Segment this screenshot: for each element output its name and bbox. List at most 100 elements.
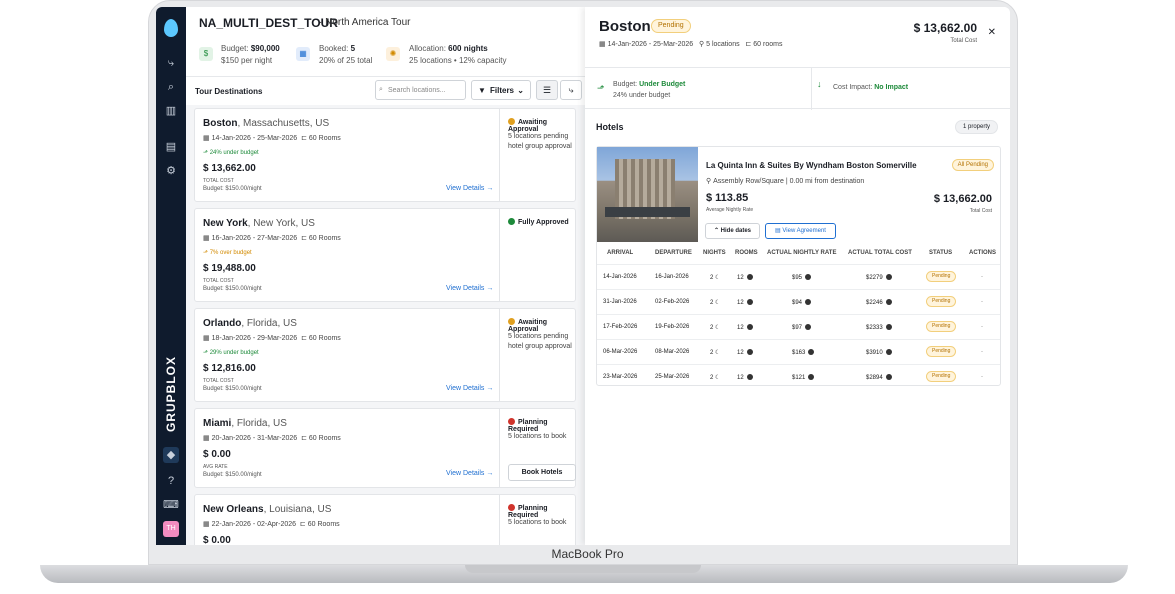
cost-cell: $2333 [866, 324, 892, 331]
avatar[interactable]: TH [163, 521, 179, 537]
filter-icon: ▼ [478, 86, 486, 95]
action-cell[interactable]: - [981, 324, 983, 330]
bed-icon: ⊏ [301, 435, 307, 442]
search-placeholder: Search locations... [388, 87, 446, 94]
hotel-name: La Quinta Inn & Suites By Wyndham Boston… [706, 161, 917, 170]
bed-icon: ⊏ [301, 335, 307, 342]
nights-cell: 2 ☾ [710, 275, 721, 281]
cost-label: TOTAL COST [203, 378, 234, 384]
gear-icon[interactable]: ⚙ [163, 163, 179, 179]
info-icon[interactable] [805, 299, 812, 305]
view-details-link[interactable]: View Details → [446, 470, 493, 477]
status-icon [508, 318, 515, 325]
info-icon[interactable] [885, 274, 892, 280]
approval-status: Awaiting Approval [508, 318, 548, 333]
status-description: 5 locations to book [508, 433, 567, 440]
action-cell[interactable]: - [981, 349, 983, 355]
approval-status: Planning Required [508, 418, 548, 433]
view-details-link[interactable]: View Details → [446, 285, 493, 292]
info-icon[interactable] [746, 299, 753, 305]
view-agreement-button[interactable]: ▤ View Agreement [765, 223, 836, 239]
hotel-photo [597, 147, 698, 242]
device-label: MacBook Pro [551, 547, 624, 561]
column-header: STATUS [929, 250, 953, 256]
info-icon[interactable] [885, 299, 892, 305]
filters-button[interactable]: ▼ Filters ⌄ [471, 80, 531, 100]
destination-card[interactable]: Boston, Massachusetts, US ▦ 14-Jan-2026 … [194, 108, 576, 202]
destination-card[interactable]: Orlando, Florida, US ▦ 18-Jan-2026 - 29-… [194, 308, 576, 402]
info-icon[interactable] [746, 374, 753, 380]
arrival-cell: 23-Mar-2026 [603, 374, 638, 380]
departure-cell: 19-Feb-2026 [655, 324, 690, 330]
trend-icon: ⬏ [203, 150, 209, 156]
map-view-button[interactable]: ⤷ [560, 80, 582, 100]
status-icon [508, 418, 515, 425]
action-cell[interactable]: - [981, 274, 983, 280]
calendar-icon: ▦ [599, 41, 606, 48]
property-count: 1 property [954, 120, 998, 134]
destination-card[interactable]: New Orleans, Louisiana, US ▦ 22-Jan-2026… [194, 494, 576, 545]
view-details-link[interactable]: View Details → [446, 385, 493, 392]
action-cell[interactable]: - [981, 299, 983, 305]
chart-icon[interactable]: ▥ [163, 103, 179, 119]
close-icon[interactable]: ✕ [988, 27, 996, 38]
destination-cost: $ 0.00 [203, 535, 231, 545]
info-icon[interactable] [805, 274, 812, 280]
nights-cell: 2 ☾ [710, 375, 721, 381]
book-hotels-button[interactable]: Book Hotels [508, 464, 576, 481]
panel-meta: ▦ 14-Jan-2026 - 25-Mar-2026 ⚲ 5 location… [599, 41, 783, 48]
info-icon[interactable] [746, 349, 753, 355]
view-details-link[interactable]: View Details → [446, 185, 493, 192]
cost-impact: Cost Impact: No Impact [833, 84, 909, 91]
nights-cell: 2 ☾ [710, 300, 721, 306]
list-view-button[interactable]: ☰ [536, 80, 558, 100]
panel-total: $ 13,662.00 [913, 21, 977, 35]
moon-icon: ☾ [715, 375, 721, 381]
budget-note: ⬏ 29% under budget [203, 350, 259, 356]
app-screen: ⤷ ⌕ ▥ ▤ ⚙ GRUPBLOX ◆ ? ⌨ TH NA_MULTI_DES… [156, 7, 1010, 545]
destination-dates: ▦ 16-Jan-2026 - 27-Mar-2026 ⊏ 60 Rooms [203, 235, 341, 242]
info-icon[interactable] [885, 374, 892, 380]
moon-icon: ☾ [715, 275, 721, 281]
hotel-address: ⚲ Assembly Row/Square | 0.00 mi from des… [706, 178, 865, 185]
info-icon[interactable] [808, 374, 815, 380]
action-cell[interactable]: - [981, 374, 983, 380]
row-status-badge: Pending [926, 321, 957, 332]
search-input[interactable]: ⌕ Search locations... [375, 80, 466, 100]
bed-icon: ⊏ [745, 41, 752, 48]
card-divider [499, 409, 500, 487]
chevron-up-icon: ⌃ [713, 228, 719, 234]
group-icon: ✺ [386, 47, 400, 61]
destination-card[interactable]: Miami, Florida, US ▦ 20-Jan-2026 - 31-Ma… [194, 408, 576, 488]
hotel-total-label: Total Cost [969, 208, 992, 214]
table-row: 14-Jan-2026 16-Jan-2026 2 ☾ 12 $95 $2279… [597, 264, 1000, 289]
info-icon[interactable] [746, 324, 753, 330]
column-header: ACTIONS [969, 250, 996, 256]
help-icon[interactable]: ? [163, 473, 179, 489]
clipboard-icon[interactable]: ▤ [163, 139, 179, 155]
info-icon[interactable] [885, 324, 892, 330]
info-icon[interactable] [808, 349, 815, 355]
hide-dates-button[interactable]: ⌃ Hide dates [705, 223, 760, 239]
rate-cell: $95 [792, 274, 812, 281]
tag-icon[interactable]: ◆ [163, 447, 179, 463]
filters-label: Filters [490, 86, 515, 95]
keyboard-icon[interactable]: ⌨ [163, 497, 179, 513]
search-icon[interactable]: ⌕ [163, 79, 179, 95]
cost-label: TOTAL COST [203, 178, 234, 184]
destination-dates: ▦ 22-Jan-2026 - 02-Apr-2026 ⊏ 60 Rooms [203, 521, 340, 528]
table-row: 31-Jan-2026 02-Feb-2026 2 ☾ 12 $94 $2246… [597, 289, 1000, 314]
destination-cost: $ 13,662.00 [203, 163, 256, 174]
info-icon[interactable] [746, 274, 753, 280]
route-icon[interactable]: ⤷ [163, 55, 179, 71]
departure-cell: 02-Feb-2026 [655, 299, 690, 305]
destination-card[interactable]: New York, New York, US ▦ 16-Jan-2026 - 2… [194, 208, 576, 302]
destination-name: Boston, Massachusetts, US [203, 118, 330, 129]
tour-header: NA_MULTI_DEST_TOUR · North America Tour … [186, 7, 586, 77]
tour-name: · North America Tour [319, 17, 411, 28]
info-icon[interactable] [885, 349, 892, 355]
booked-stat: Booked: 5 20% of 25 total [319, 44, 373, 65]
moon-icon: ☾ [715, 300, 721, 306]
trend-icon: ⬏ [203, 250, 209, 256]
info-icon[interactable] [805, 324, 812, 330]
